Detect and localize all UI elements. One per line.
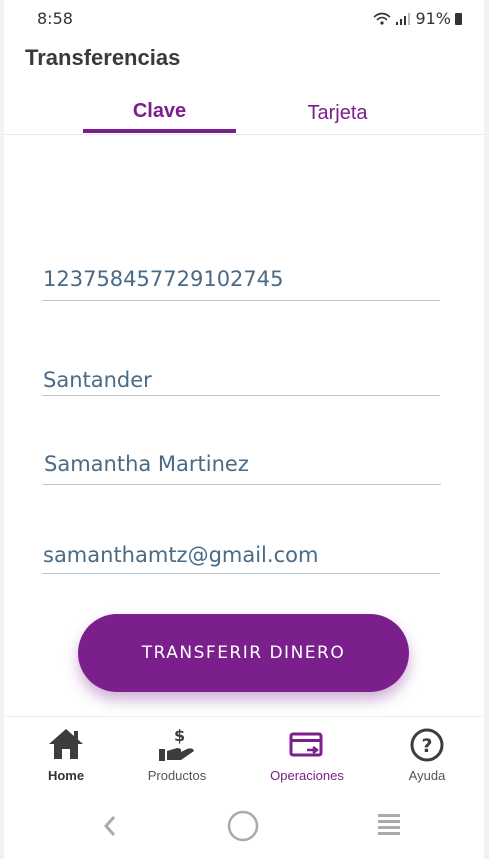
account-number-field[interactable]: 123758457729102745 bbox=[42, 267, 440, 301]
nav-label-productos: Productos bbox=[147, 768, 207, 783]
home-button-icon[interactable] bbox=[226, 809, 260, 843]
help-icon: ? bbox=[410, 728, 444, 762]
tab-tarjeta[interactable]: Tarjeta bbox=[270, 102, 405, 142]
transfer-money-button[interactable]: TRANSFERIR DINERO bbox=[78, 614, 409, 692]
system-navigation-bar bbox=[4, 801, 484, 859]
bank-value: Santander bbox=[43, 368, 152, 392]
status-indicators: 91% bbox=[373, 9, 462, 28]
tab-clave[interactable]: Clave bbox=[83, 100, 236, 140]
nav-label-ayuda: Ayuda bbox=[408, 768, 446, 783]
bottom-navigation: Home $ Productos Operaciones ? Ayuda bbox=[4, 716, 484, 802]
email-field[interactable]: samanthamtz@gmail.com bbox=[42, 543, 440, 574]
transfer-card-icon bbox=[289, 732, 323, 757]
battery-level: 91% bbox=[415, 9, 451, 28]
battery-icon bbox=[455, 12, 462, 25]
hand-money-icon: $ bbox=[159, 727, 194, 761]
home-icon bbox=[49, 729, 83, 759]
nav-item-home[interactable]: Home bbox=[26, 717, 106, 801]
status-time: 8:58 bbox=[37, 9, 73, 28]
recent-apps-icon[interactable] bbox=[376, 811, 402, 837]
account-number-value: 123758457729102745 bbox=[43, 267, 284, 291]
status-bar: 8:58 91% bbox=[4, 0, 484, 36]
back-icon[interactable] bbox=[100, 813, 120, 839]
beneficiary-name-value: Samantha Martinez bbox=[44, 452, 249, 476]
page-title: Transferencias bbox=[25, 45, 181, 70]
bank-field[interactable]: Santander bbox=[42, 368, 440, 396]
nav-item-ayuda[interactable]: ? Ayuda bbox=[387, 717, 467, 801]
email-value: samanthamtz@gmail.com bbox=[43, 543, 319, 567]
nav-item-productos[interactable]: $ Productos bbox=[137, 717, 217, 801]
app-screen: 8:58 91% Transferencias Clave Tarjeta 12… bbox=[4, 0, 484, 859]
tab-bar: Clave Tarjeta bbox=[4, 92, 484, 135]
signal-icon bbox=[396, 12, 411, 25]
svg-text:?: ? bbox=[421, 735, 432, 757]
wifi-icon bbox=[373, 12, 391, 25]
nav-label-operaciones: Operaciones bbox=[270, 768, 344, 783]
nav-item-operaciones[interactable]: Operaciones bbox=[257, 717, 357, 801]
nav-label-home: Home bbox=[47, 768, 85, 783]
active-tab-indicator bbox=[83, 129, 236, 133]
svg-text:$: $ bbox=[174, 727, 185, 745]
beneficiary-name-field[interactable]: Samantha Martinez bbox=[43, 452, 441, 485]
